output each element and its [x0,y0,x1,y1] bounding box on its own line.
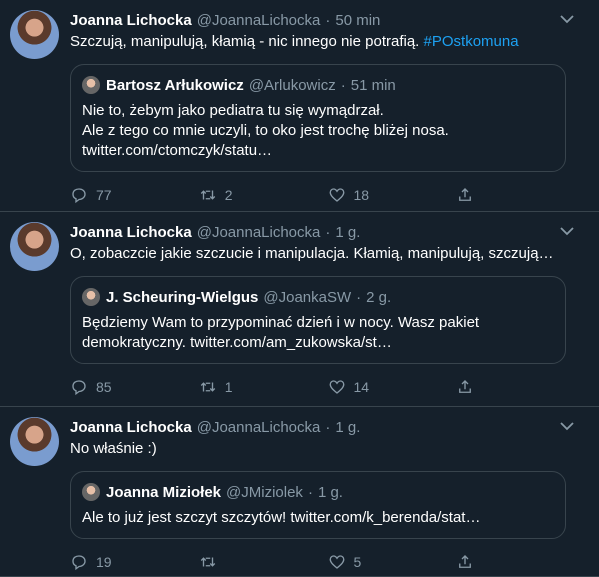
share-button[interactable] [456,186,585,204]
reply-button[interactable]: 85 [70,378,199,396]
retweet-button[interactable] [199,553,328,571]
chevron-down-icon[interactable] [557,12,577,26]
quote-author-name: Bartosz Arłukowicz [106,76,244,94]
quote-text: Nie to, żebym jako pediatra tu się wymąd… [82,101,554,161]
like-button[interactable]: 14 [328,378,457,396]
quoted-tweet[interactable]: J. Scheuring-Wielgus @JoankaSW · 2 g. Bę… [70,276,566,364]
tweet[interactable]: Joanna Lichocka @JoannaLichocka · 50 min… [0,0,599,212]
quote-timestamp: 1 g. [317,483,343,501]
separator: · [340,76,346,94]
reply-count: 19 [96,554,112,570]
retweet-icon [200,557,215,567]
heart-icon [329,555,344,569]
tweet-actions: 19 5 [70,551,585,573]
quote-line: Będziemy Wam to przypominać dzień i w no… [82,314,480,331]
tweet-text-plain: Szczują, manipulują, kłamią - nic innego… [70,33,424,50]
retweet-icon [200,190,215,200]
like-count: 5 [353,554,362,570]
author-name[interactable]: Joanna Lichocka [70,419,192,436]
timestamp[interactable]: 1 g. [335,224,360,241]
separator: · [356,288,362,306]
reply-icon [72,555,86,571]
retweet-button[interactable]: 1 [199,378,328,396]
chevron-down-icon[interactable] [557,224,577,238]
author-name[interactable]: Joanna Lichocka [70,12,192,29]
reply-icon [72,380,86,396]
retweet-count: 2 [224,187,233,203]
quote-line: Ale to już jest szczyt szczytów! twitter… [82,509,481,526]
separator: · [307,483,313,501]
quote-text: Będziemy Wam to przypominać dzień i w no… [82,313,554,353]
quote-author-name: Joanna Miziołek [106,483,222,501]
like-button[interactable]: 5 [328,553,457,571]
timestamp[interactable]: 50 min [335,12,380,29]
retweet-count: 1 [224,379,233,395]
reply-count: 77 [96,187,112,203]
quote-author-handle: @JMiziolek [226,483,303,501]
avatar[interactable] [10,10,59,59]
quote-avatar [82,76,100,94]
tweet[interactable]: Joanna Lichocka @JoannaLichocka · 1 g. N… [0,407,599,577]
hashtag-link[interactable]: #POstkomuna [424,33,519,50]
tweet-text: No właśnie :) [70,440,157,457]
quote-timestamp: 51 min [350,76,396,94]
retweet-icon [200,382,215,392]
tweet[interactable]: Joanna Lichocka @JoannaLichocka · 1 g. O… [0,212,599,407]
quote-line: demokratyczny. twitter.com/am_zukowska/s… [82,334,392,351]
quote-text: Ale to już jest szczyt szczytów! twitter… [82,508,554,528]
quoted-tweet[interactable]: Joanna Miziołek @JMiziolek · 1 g. Ale to… [70,471,566,539]
quote-line: Ale z tego co mnie uczyli, to oko jest t… [82,122,449,139]
share-icon [459,555,472,568]
share-button[interactable] [456,553,585,571]
reply-button[interactable]: 77 [70,186,199,204]
author-handle[interactable]: @JoannaLichocka [197,12,321,29]
avatar[interactable] [10,222,59,271]
separator: · [325,418,331,436]
author-name[interactable]: Joanna Lichocka [70,224,192,241]
separator: · [325,223,331,241]
avatar[interactable] [10,417,59,466]
tweet-text: Szczują, manipulują, kłamią - nic innego… [70,32,585,52]
author-handle[interactable]: @JoannaLichocka [197,419,321,436]
tweet-actions: 85 1 14 [70,376,585,398]
share-button[interactable] [456,378,585,396]
quote-link[interactable]: twitter.com/ctomczyk/statu… [82,141,554,161]
like-count: 14 [353,379,370,395]
reply-button[interactable]: 19 [70,553,199,571]
quote-author-name: J. Scheuring-Wielgus [106,288,259,306]
timestamp[interactable]: 1 g. [335,419,360,436]
tweet-text: O, zobaczcie jakie szczucie i manipulacj… [70,245,554,262]
share-icon [459,380,472,393]
like-button[interactable]: 18 [328,186,457,204]
like-count: 18 [353,187,370,203]
quote-timestamp: 2 g. [366,288,392,306]
quote-avatar [82,288,100,306]
retweet-button[interactable]: 2 [199,186,328,204]
heart-icon [329,188,344,202]
chevron-down-icon[interactable] [557,419,577,433]
quote-author-handle: @JoankaSW [263,288,352,306]
author-handle[interactable]: @JoannaLichocka [197,224,321,241]
quote-avatar [82,483,100,501]
quote-line: Nie to, żebym jako pediatra tu się wymąd… [82,102,384,119]
share-icon [459,188,472,201]
separator: · [325,11,331,29]
quote-author-handle: @Arlukowicz [248,76,336,94]
heart-icon [329,380,344,394]
tweet-actions: 77 2 18 [70,184,585,206]
reply-icon [72,188,86,204]
quoted-tweet[interactable]: Bartosz Arłukowicz @Arlukowicz · 51 min … [70,64,566,172]
reply-count: 85 [96,379,112,395]
